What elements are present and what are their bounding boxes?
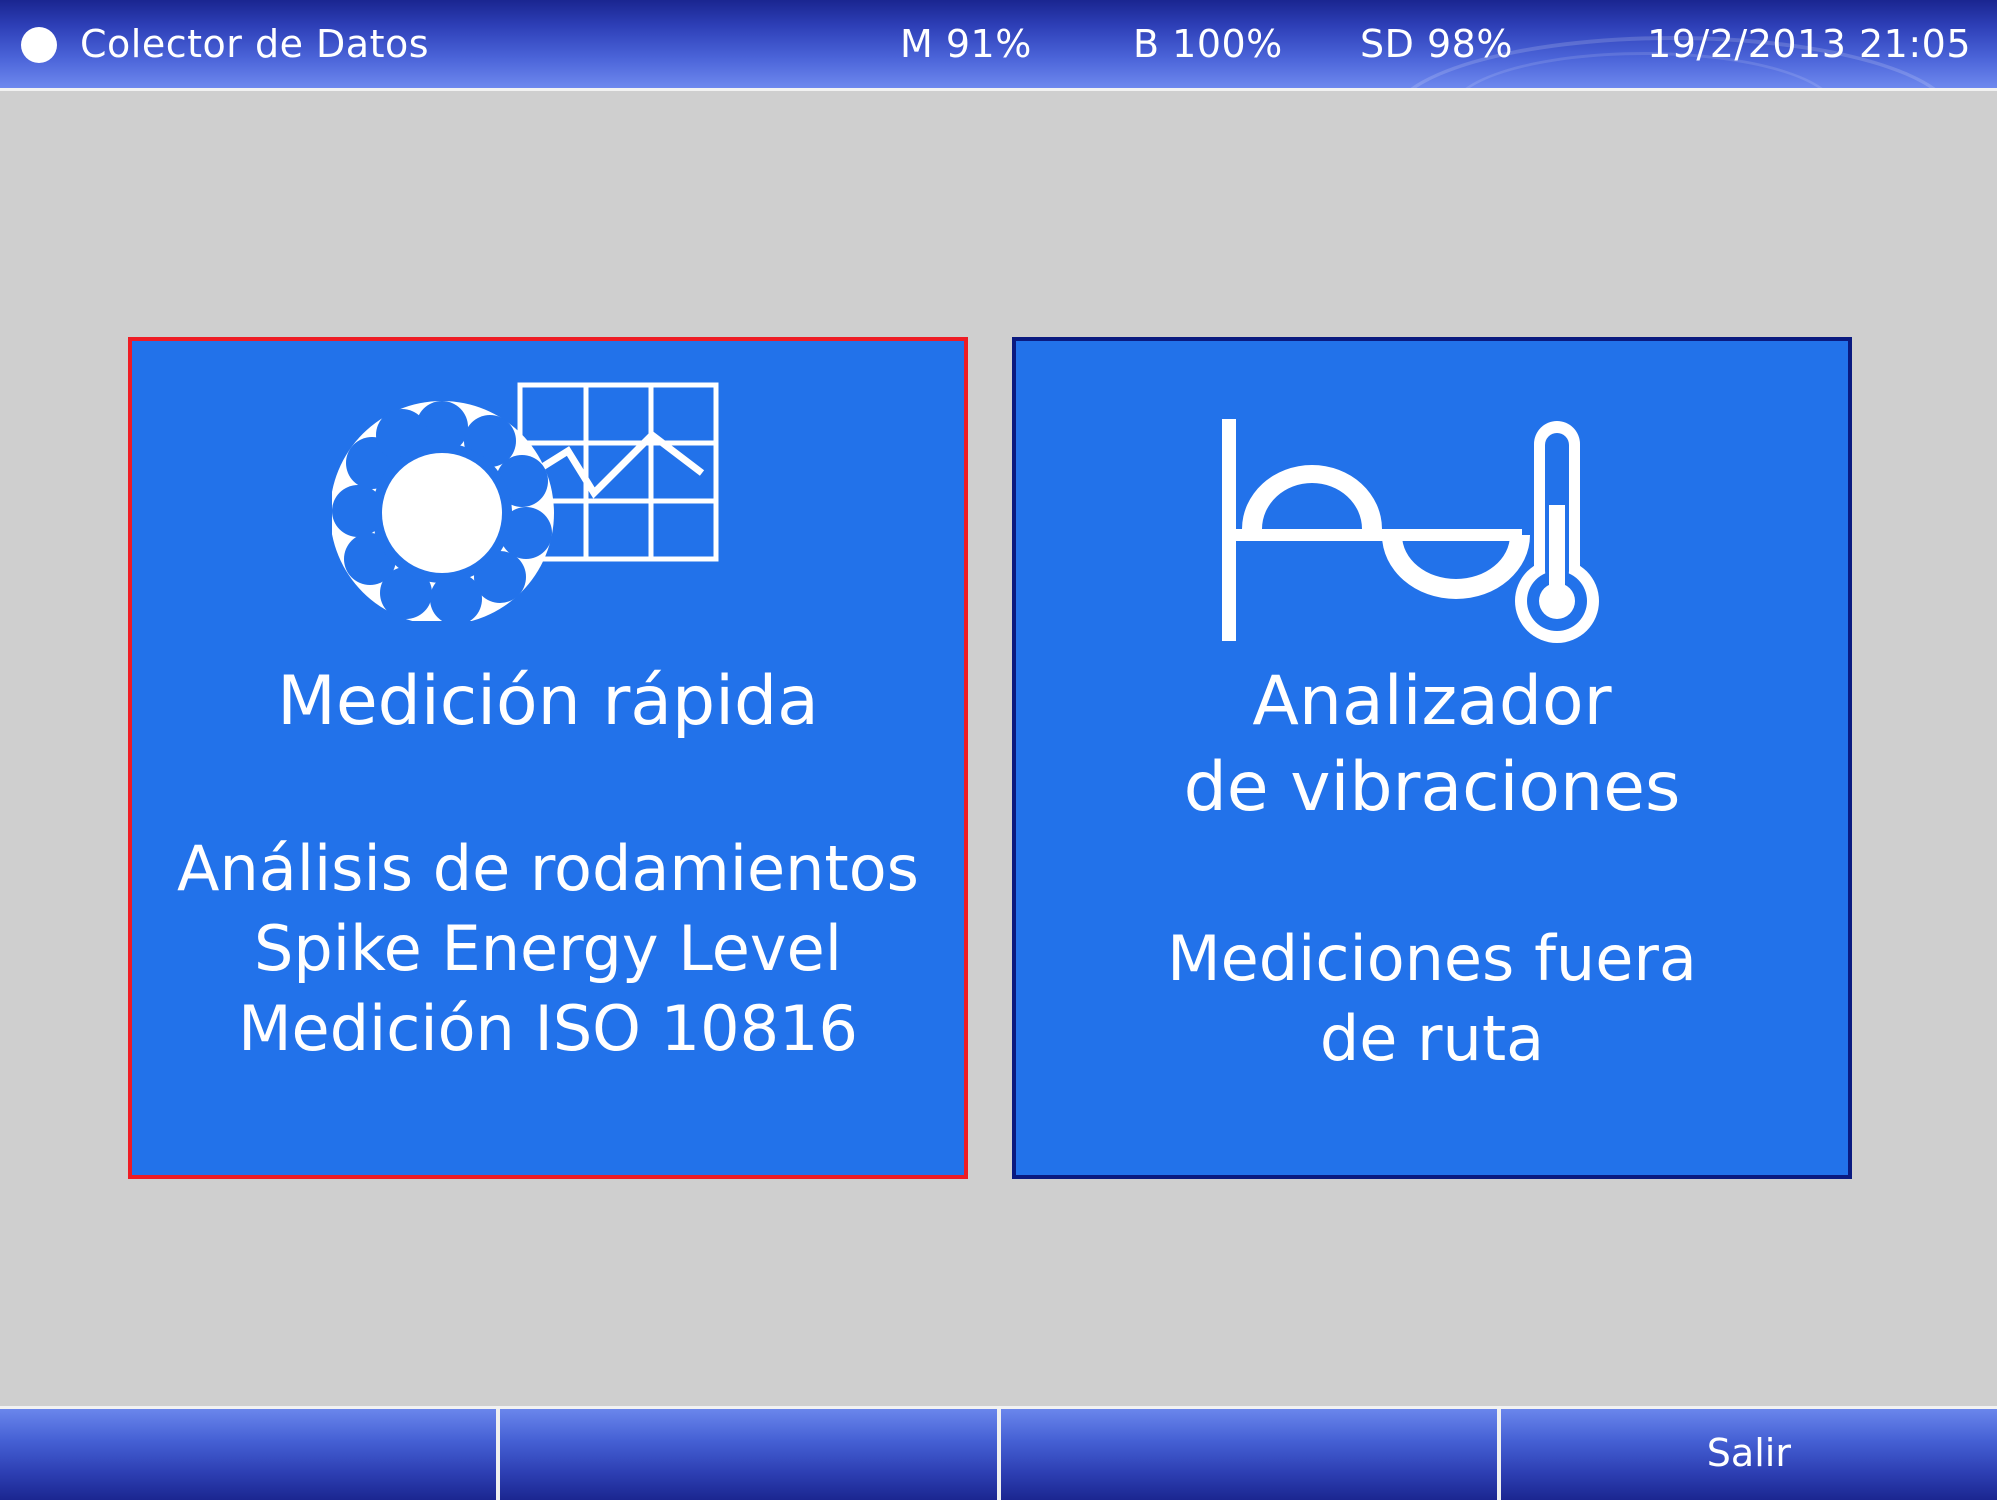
tile-description: Mediciones fuera de ruta [1016, 919, 1848, 1079]
app-title: Colector de Datos [80, 22, 430, 66]
datetime-display: 19/2/2013 21:05 [1647, 22, 1971, 66]
description-line: Spike Energy Level [254, 912, 842, 985]
function-key-1[interactable] [0, 1409, 501, 1500]
tile-title: Analizador de vibraciones [1016, 659, 1848, 831]
function-key-2[interactable] [500, 1409, 1001, 1500]
memory-indicator: M 91% [900, 22, 1032, 66]
vibration-thermometer-icon [1222, 419, 1599, 643]
status-bar: Colector de Datos M 91% B 100% SD 98% 19… [0, 0, 1997, 91]
description-line: Mediciones fuera [1167, 922, 1697, 995]
quick-measurement-button[interactable]: Medición rápida Análisis de rodamientos … [128, 337, 968, 1179]
exit-button[interactable]: Salir [1500, 1409, 1997, 1500]
description-line: Medición ISO 10816 [238, 992, 858, 1065]
title-line: de vibraciones [1183, 748, 1681, 827]
title-line: Analizador [1252, 662, 1612, 741]
description-line: Análisis de rodamientos [177, 832, 919, 905]
tile-description: Análisis de rodamientos Spike Energy Lev… [132, 829, 964, 1069]
description-line: de ruta [1319, 1002, 1545, 1075]
battery-indicator: B 100% [1133, 22, 1283, 66]
function-key-3[interactable] [1000, 1409, 1501, 1500]
vibration-analyzer-button[interactable]: Analizador de vibraciones Mediciones fue… [1012, 337, 1852, 1179]
bearing-chart-icon [332, 382, 719, 621]
sd-card-indicator: SD 98% [1360, 22, 1513, 66]
function-key-bar: Salir [0, 1406, 1997, 1500]
status-indicator-icon [21, 27, 57, 63]
tile-title: Medición rápida [277, 662, 819, 741]
